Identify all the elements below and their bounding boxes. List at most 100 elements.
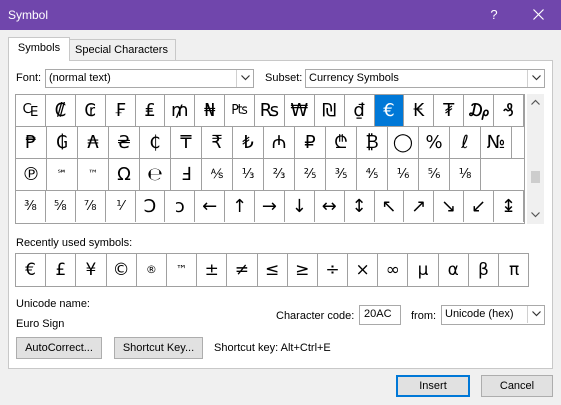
symbol-cell[interactable]: ₫	[345, 95, 375, 126]
symbol-cell[interactable]: ₥	[165, 95, 196, 126]
symbol-grid[interactable]: ₠ ₡ ₢ ₣ ₤ ₥ ₦ ₧ ₨ ₩ ₪ ₫ € ₭ ₮ ₯ ₰ ₱ ₲ ₳ ₴ ₵ ₸ ₹ ₺ ₼ ₽ ₾ ₿ ◯% ℓ № ℗ ℠ ™ Ω ℮ Ⅎ ⅍…	[15, 94, 525, 224]
symbol-cell[interactable]: ₩	[285, 95, 315, 126]
symbol-cell[interactable]: ₲	[47, 127, 78, 158]
autocorrect-button[interactable]: AutoCorrect...	[16, 337, 102, 359]
tab-symbols[interactable]: Symbols	[8, 37, 70, 61]
symbol-cell[interactable]: ₺	[233, 127, 264, 158]
font-dropdown-arrow[interactable]	[236, 70, 253, 87]
recent-symbol-cell[interactable]: ×	[348, 254, 379, 286]
symbol-cell[interactable]: ⅔	[264, 159, 295, 190]
recent-symbol-cell[interactable]: β	[469, 254, 499, 286]
symbol-cell[interactable]: ⅗	[326, 159, 357, 190]
recent-symbol-cell[interactable]: ®	[137, 254, 167, 286]
symbol-cell[interactable]: ⅞	[76, 191, 106, 222]
symbol-cell[interactable]: ↕	[345, 191, 375, 222]
character-code-input[interactable]: 20AC	[359, 305, 401, 325]
symbol-cell[interactable]: ↑	[225, 191, 255, 222]
symbol-cell[interactable]: ←	[195, 191, 226, 222]
symbol-cell[interactable]: ₠	[16, 95, 46, 126]
symbol-cell[interactable]: ⅜	[16, 191, 46, 222]
recent-symbol-cell[interactable]: €	[16, 254, 47, 286]
scroll-up-button[interactable]	[527, 94, 544, 111]
symbol-cell[interactable]: ₾	[326, 127, 357, 158]
recent-symbol-cell[interactable]: ©	[107, 254, 137, 286]
symbol-cell[interactable]: ↖	[375, 191, 405, 222]
recent-symbol-cell[interactable]: ≠	[227, 254, 258, 286]
scroll-thumb[interactable]	[531, 171, 540, 183]
recent-symbol-cell[interactable]: ∞	[378, 254, 409, 286]
symbol-cell[interactable]: ₼	[264, 127, 295, 158]
symbol-cell[interactable]: ₿	[357, 127, 388, 158]
symbol-cell[interactable]: ◯	[388, 127, 419, 158]
symbol-cell[interactable]: ↗	[404, 191, 435, 222]
recent-symbol-cell[interactable]: ≥	[288, 254, 318, 286]
symbol-cell[interactable]: Ↄ	[136, 191, 166, 222]
symbol-cell[interactable]: ⅍	[202, 159, 233, 190]
symbol-cell[interactable]: ⅓	[233, 159, 264, 190]
symbol-cell[interactable]: ₹	[202, 127, 233, 158]
symbol-cell[interactable]: ℠	[47, 159, 78, 190]
symbol-cell[interactable]: ↄ	[165, 191, 196, 222]
symbol-cell[interactable]: ℗	[16, 159, 47, 190]
symbol-cell[interactable]: ⅛	[450, 159, 481, 190]
symbol-cell[interactable]: ₪	[315, 95, 345, 126]
symbol-cell[interactable]: Ω	[109, 159, 140, 190]
symbol-cell[interactable]: ₵	[140, 127, 171, 158]
symbol-cell[interactable]: Ⅎ	[171, 159, 202, 190]
tab-special-characters[interactable]: Special Characters	[67, 39, 176, 61]
symbol-cell[interactable]: ⅙	[388, 159, 419, 190]
symbol-cell[interactable]: ↔	[315, 191, 345, 222]
symbol-cell[interactable]: ₯	[464, 95, 494, 126]
help-button[interactable]: ?	[484, 5, 504, 25]
symbol-cell[interactable]: ⅖	[295, 159, 326, 190]
symbol-cell[interactable]: ⅘	[357, 159, 388, 190]
symbol-cell[interactable]: ₱	[16, 127, 47, 158]
symbol-cell[interactable]: ₨	[255, 95, 285, 126]
insert-button[interactable]: Insert	[396, 375, 470, 397]
from-dropdown-arrow[interactable]	[527, 306, 544, 323]
symbol-cell[interactable]: ™	[78, 159, 109, 190]
symbol-cell[interactable]: ↓	[285, 191, 315, 222]
symbol-cell[interactable]: €	[374, 95, 405, 126]
symbol-cell[interactable]: ℮	[140, 159, 171, 190]
symbol-cell[interactable]: ₽	[295, 127, 326, 158]
symbol-cell[interactable]: ₸	[171, 127, 202, 158]
recent-symbol-cell[interactable]: µ	[408, 254, 439, 286]
recent-symbol-cell[interactable]: ±	[197, 254, 228, 286]
symbol-cell[interactable]: ₣	[106, 95, 136, 126]
cancel-button[interactable]: Cancel	[481, 375, 553, 397]
scroll-down-button[interactable]	[527, 207, 544, 224]
recent-symbol-cell[interactable]: α	[439, 254, 469, 286]
symbol-cell[interactable]: ₮	[434, 95, 465, 126]
recent-symbols-list[interactable]: € £ ¥ © ® ™ ± ≠ ≤ ≥ ÷ × ∞ µ α β π	[15, 253, 529, 287]
symbol-cell[interactable]: ₢	[76, 95, 106, 126]
symbol-cell[interactable]: ↨	[494, 191, 524, 222]
subset-dropdown[interactable]: Currency Symbols	[305, 69, 545, 88]
recent-symbol-cell[interactable]: π	[499, 254, 528, 286]
recent-symbol-cell[interactable]: ™	[167, 254, 198, 286]
symbol-cell[interactable]: ₤	[136, 95, 166, 126]
from-dropdown[interactable]: Unicode (hex)	[441, 305, 545, 325]
symbol-cell[interactable]: ₦	[195, 95, 226, 126]
recent-symbol-cell[interactable]: ¥	[76, 254, 107, 286]
symbol-cell[interactable]: ₭	[404, 95, 435, 126]
symbol-cell[interactable]: №	[481, 127, 512, 158]
symbol-cell[interactable]: ₴	[109, 127, 140, 158]
subset-dropdown-arrow[interactable]	[527, 70, 544, 87]
symbol-cell[interactable]: %	[419, 127, 450, 158]
shortcut-key-button[interactable]: Shortcut Key...	[114, 337, 203, 359]
symbol-cell[interactable]: ₧	[225, 95, 255, 126]
symbol-cell[interactable]: ₡	[46, 95, 76, 126]
symbol-cell[interactable]: →	[255, 191, 285, 222]
symbol-cell[interactable]: ₳	[78, 127, 109, 158]
close-button[interactable]	[521, 4, 555, 26]
recent-symbol-cell[interactable]: ÷	[318, 254, 349, 286]
symbol-cell[interactable]: ↙	[464, 191, 494, 222]
symbol-cell[interactable]: ↘	[434, 191, 465, 222]
symbol-cell[interactable]: ₰	[494, 95, 524, 126]
symbol-grid-scrollbar[interactable]	[527, 94, 544, 224]
symbol-cell[interactable]: ⅝	[46, 191, 76, 222]
font-dropdown[interactable]: (normal text)	[45, 69, 254, 88]
symbol-cell[interactable]: ⅟	[106, 191, 136, 222]
symbol-cell[interactable]: ℓ	[450, 127, 481, 158]
